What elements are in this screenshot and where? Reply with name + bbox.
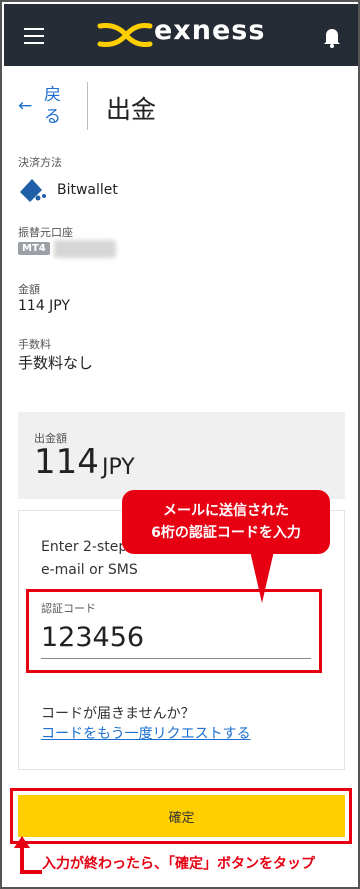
redacted-account-number [54, 240, 116, 258]
menu-icon[interactable] [24, 28, 44, 44]
back-button[interactable]: ← 戻る [18, 84, 78, 132]
withdrawal-currency: JPY [102, 455, 135, 480]
back-arrow-icon: ← [18, 96, 33, 116]
bitwallet-icon [20, 179, 46, 202]
amount-value: 114 JPY [18, 298, 70, 314]
code-not-received-text: コードが届きませんか？ [41, 706, 195, 722]
exness-logo-icon [97, 23, 153, 47]
callout-line-2: 6桁の認証コードを入力 [151, 525, 301, 541]
amount-label: 金額 [18, 283, 40, 296]
code-highlight-box [26, 589, 322, 673]
bottom-annotation: 入力が終わったら、「確定」ボタンをタップ [42, 856, 315, 872]
resend-code-link[interactable]: コードをもう一度リクエストする [41, 723, 251, 743]
instruction-callout: メールに送信された 6桁の認証コードを入力 [122, 490, 330, 554]
payment-method-value: Bitwallet [57, 182, 118, 198]
callout-line-1: メールに送信された [163, 503, 289, 519]
fee-label: 手数料 [18, 338, 51, 351]
payment-method-label: 決済方法 [18, 156, 62, 169]
instruction-line-1: Enter 2-step [41, 539, 128, 555]
confirm-highlight-box [10, 788, 352, 844]
platform-badge: MT4 [18, 242, 50, 255]
annotation-arrow-icon [14, 836, 42, 874]
brand-name: exness [154, 15, 266, 46]
callout-tail [250, 551, 274, 603]
back-label: 戻る [44, 85, 61, 127]
withdrawal-summary: 出金額 114 JPY [18, 412, 345, 499]
page-title: 出金 [106, 95, 157, 124]
title-divider [87, 82, 88, 130]
app-frame: exness ← 戻る 出金 決済方法 Bitwallet 振替元口座 MT4 … [0, 0, 360, 889]
instruction-line-2: e-mail or SMS [41, 562, 138, 578]
fee-value: 手数料なし [18, 354, 94, 372]
top-header: exness [4, 4, 358, 66]
source-account-label: 振替元口座 [18, 226, 73, 239]
bell-icon[interactable] [322, 26, 342, 48]
withdrawal-amount: 114 [34, 442, 99, 482]
